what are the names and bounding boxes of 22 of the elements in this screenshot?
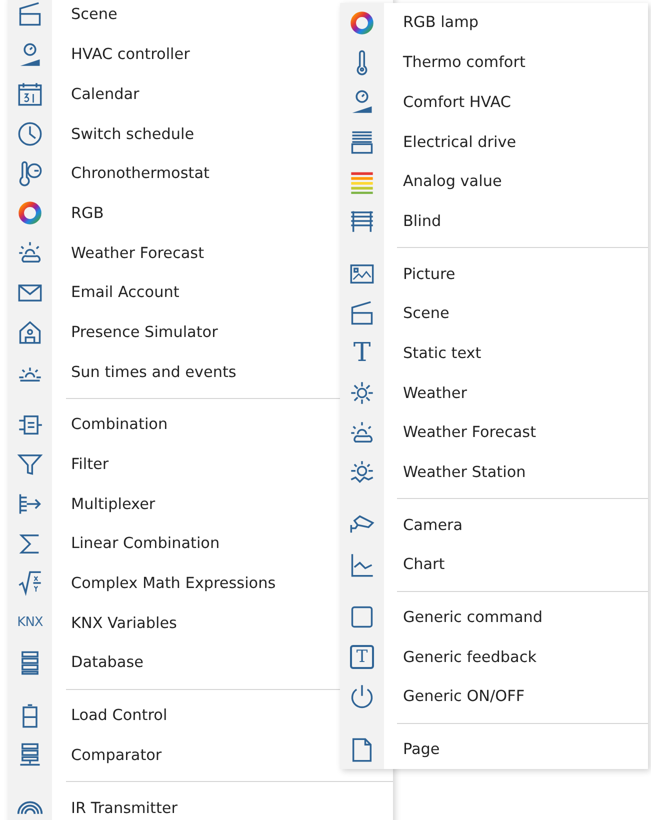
root-icon — [17, 570, 43, 596]
menu-item[interactable]: IR Transmitter — [8, 788, 393, 820]
menu-item[interactable]: T Generic feedback — [340, 637, 648, 677]
tray-icon — [17, 2, 43, 28]
power-icon — [349, 684, 375, 710]
sun-icon — [349, 380, 375, 406]
boxed-letter-icon: T — [350, 645, 374, 670]
tray-icon — [349, 300, 375, 327]
menu-item[interactable]: T Static text — [340, 334, 648, 374]
clock-icon — [17, 120, 43, 147]
calendar-icon — [17, 81, 43, 108]
sun-wave-icon — [349, 459, 375, 486]
thermometer-clock-icon — [17, 160, 43, 187]
line-chart-icon — [349, 552, 375, 578]
knx-icon: KNX — [17, 613, 43, 633]
color-ring-icon — [349, 10, 375, 36]
letter-icon: T — [353, 340, 371, 366]
color-ring-icon — [17, 200, 43, 226]
shutter-icon — [349, 128, 375, 155]
square-icon — [349, 604, 375, 630]
signal-arcs-icon — [17, 800, 43, 815]
house-icon — [17, 319, 43, 346]
